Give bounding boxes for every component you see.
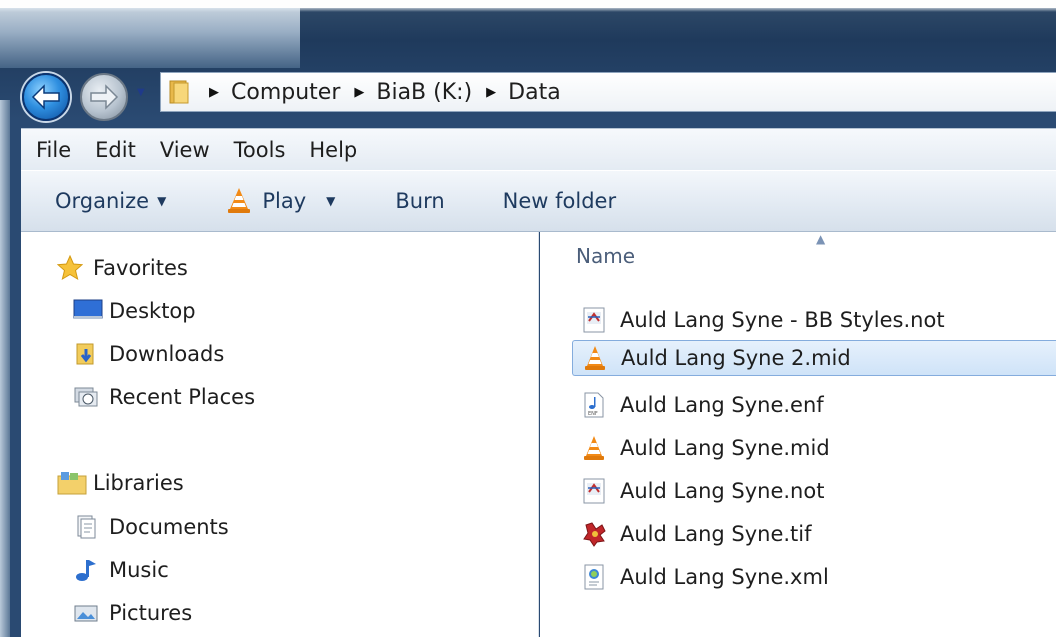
- new-folder-button[interactable]: New folder: [503, 189, 616, 213]
- file-row[interactable]: Auld Lang Syne - BB Styles.not: [572, 302, 1056, 338]
- vlc-cone-icon: [582, 435, 606, 461]
- menu-tools[interactable]: Tools: [222, 138, 298, 162]
- menu-bar: File Edit View Tools Help: [21, 128, 1056, 170]
- nav-libraries-label: Libraries: [93, 471, 184, 495]
- notation-file-icon: [582, 478, 606, 504]
- music-note-icon: [73, 557, 99, 583]
- forward-arrow-icon: [90, 84, 119, 110]
- menu-help[interactable]: Help: [297, 138, 369, 162]
- recent-places-icon: [73, 384, 99, 410]
- file-name: Auld Lang Syne - BB Styles.not: [620, 308, 945, 332]
- nav-favorites-label: Favorites: [93, 256, 188, 280]
- breadcrumb-drive[interactable]: BiaB (K:): [376, 80, 472, 105]
- nav-documents-label: Documents: [109, 515, 229, 539]
- back-arrow-icon: [31, 84, 60, 110]
- nav-pictures[interactable]: Pictures: [73, 598, 192, 628]
- file-name: Auld Lang Syne.enf: [620, 393, 824, 417]
- nav-pictures-label: Pictures: [109, 601, 193, 625]
- file-name: Auld Lang Syne.not: [620, 479, 825, 503]
- file-row[interactable]: Auld Lang Syne.mid: [572, 430, 1056, 466]
- notation-file-icon: [582, 307, 606, 333]
- window-left-border: [0, 100, 10, 637]
- file-row[interactable]: Auld Lang Syne.not: [572, 473, 1056, 509]
- file-row[interactable]: Auld Lang Syne.tif: [572, 516, 1056, 552]
- file-name: Auld Lang Syne.tif: [620, 522, 812, 546]
- organize-button[interactable]: Organize ▼: [55, 189, 166, 213]
- menu-view[interactable]: View: [148, 138, 222, 162]
- address-bar[interactable]: ▶ Computer ▶ BiaB (K:) ▶ Data: [160, 72, 1056, 112]
- documents-icon: [73, 514, 99, 540]
- forward-button[interactable]: [80, 73, 128, 121]
- window-top-edge: [0, 0, 1056, 8]
- breadcrumb-arrow-icon[interactable]: ▶: [354, 85, 364, 100]
- column-header-name[interactable]: Name: [576, 244, 635, 268]
- music-note-file-icon: ENF: [582, 392, 606, 418]
- organize-label: Organize: [55, 189, 150, 213]
- chevron-down-icon[interactable]: ▼: [326, 194, 335, 208]
- nav-music[interactable]: Music: [73, 555, 169, 585]
- folder-icon: [167, 79, 191, 105]
- file-row[interactable]: Auld Lang Syne.xml: [572, 559, 1056, 595]
- nav-desktop-label: Desktop: [109, 299, 196, 323]
- play-label: Play: [262, 189, 307, 213]
- recent-pages-dropdown[interactable]: ▼: [137, 88, 151, 98]
- file-row[interactable]: ENF Auld Lang Syne.enf: [572, 387, 1056, 423]
- file-row-selected[interactable]: Auld Lang Syne 2.mid: [572, 340, 1056, 376]
- window-glass-highlight: [0, 8, 300, 68]
- nav-libraries[interactable]: Libraries: [57, 468, 184, 498]
- file-list-pane: ▲ Name Auld Lang Syne - BB Styles.not Au…: [540, 232, 1056, 637]
- command-bar: Organize ▼ Play ▼ Burn New folder: [21, 170, 1056, 232]
- libraries-icon: [57, 470, 87, 496]
- image-viewer-icon: [582, 521, 606, 547]
- vlc-cone-icon: [226, 187, 252, 215]
- nav-favorites[interactable]: Favorites: [56, 253, 188, 283]
- nav-recent-places-label: Recent Places: [109, 385, 256, 409]
- chevron-down-icon: ▼: [157, 194, 167, 208]
- desktop-icon: [73, 298, 103, 324]
- play-button[interactable]: Play ▼: [226, 187, 335, 215]
- back-button[interactable]: [22, 73, 70, 121]
- downloads-folder-icon: [73, 341, 99, 367]
- svg-text:ENF: ENF: [588, 411, 598, 417]
- file-name: Auld Lang Syne 2.mid: [621, 346, 851, 370]
- xml-document-icon: [582, 564, 606, 590]
- sort-ascending-icon: ▲: [816, 232, 826, 246]
- pictures-icon: [73, 600, 99, 626]
- menu-edit[interactable]: Edit: [83, 138, 148, 162]
- vlc-cone-icon: [583, 345, 607, 371]
- breadcrumb-computer[interactable]: Computer: [231, 80, 340, 105]
- nav-downloads[interactable]: Downloads: [73, 339, 224, 369]
- nav-recent-places[interactable]: Recent Places: [73, 382, 255, 412]
- file-name: Auld Lang Syne.mid: [620, 436, 830, 460]
- file-name: Auld Lang Syne.xml: [620, 565, 829, 589]
- nav-desktop[interactable]: Desktop: [73, 296, 196, 326]
- nav-downloads-label: Downloads: [109, 342, 225, 366]
- breadcrumb-data[interactable]: Data: [508, 80, 561, 105]
- breadcrumb-arrow-icon[interactable]: ▶: [486, 85, 496, 100]
- menu-file[interactable]: File: [21, 138, 83, 162]
- star-icon: [56, 254, 84, 281]
- nav-documents[interactable]: Documents: [73, 512, 229, 542]
- breadcrumb-arrow-icon[interactable]: ▶: [209, 85, 219, 100]
- burn-button[interactable]: Burn: [395, 189, 444, 213]
- navigation-pane: Favorites Desktop Downloads Recent Place…: [21, 232, 539, 637]
- nav-music-label: Music: [109, 558, 169, 582]
